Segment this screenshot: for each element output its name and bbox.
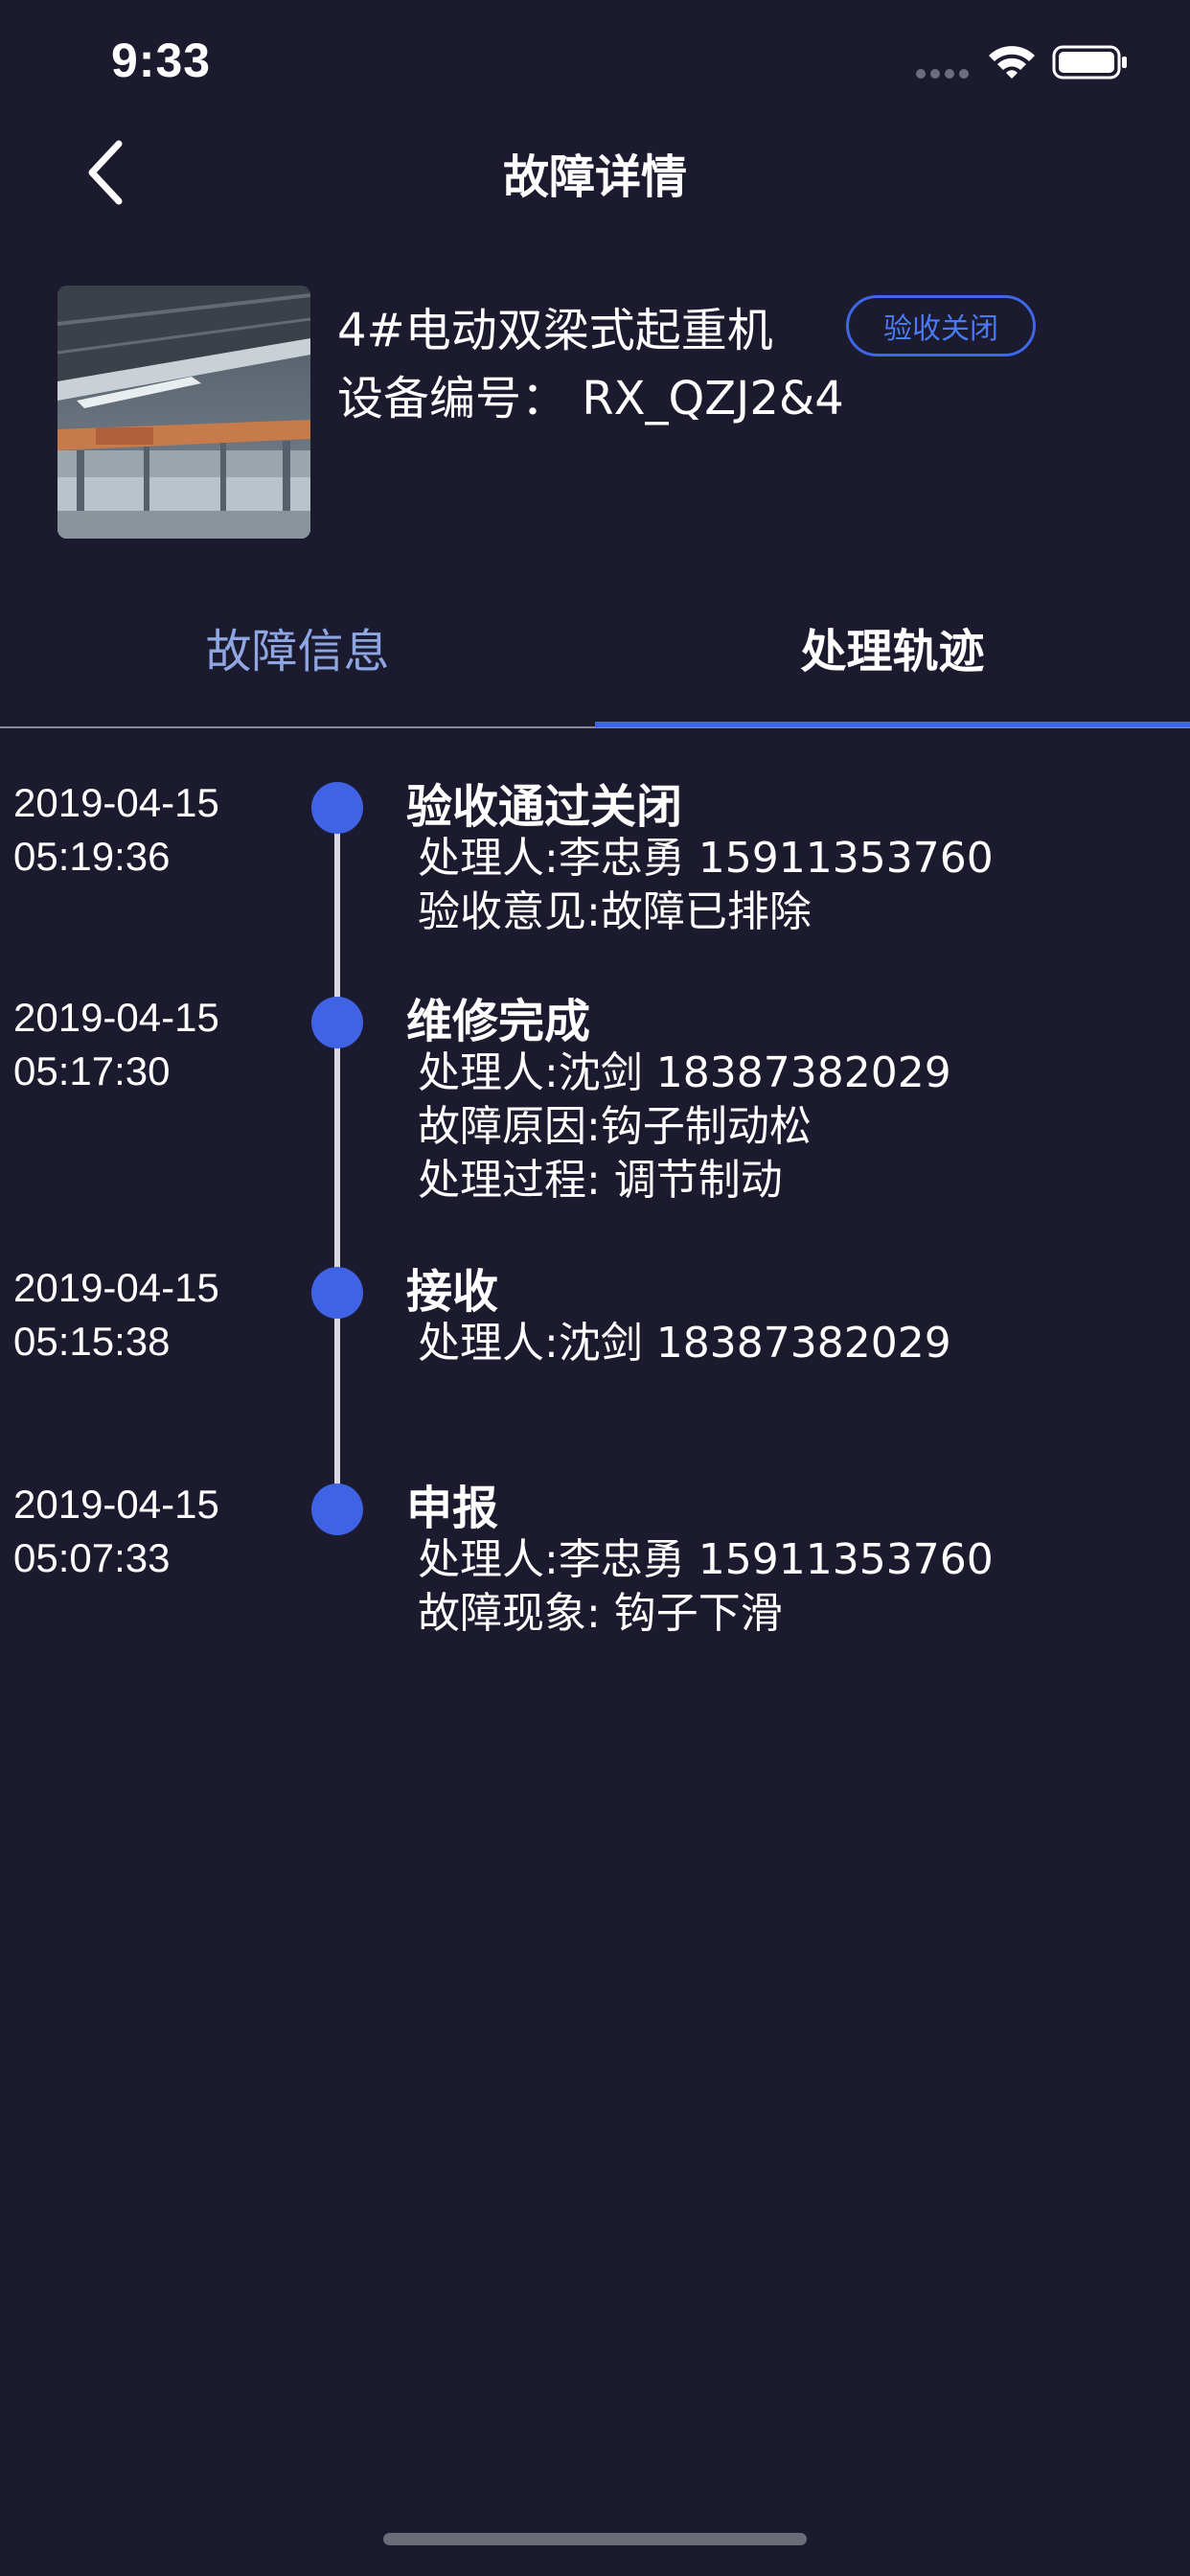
timeline-details: 处理人:李忠勇 15911353760 故障现象: 钩子下滑	[418, 1533, 994, 1641]
timeline-detail: 验收意见:故障已排除	[418, 887, 812, 936]
timeline-handler: 处理人:沈剑 18387382029	[418, 1048, 951, 1097]
timeline-title: 接收	[406, 1265, 499, 1319]
wifi-icon	[989, 46, 1035, 79]
timeline-dot	[311, 997, 363, 1048]
timeline-details: 处理人:沈剑 18387382029	[418, 1317, 951, 1370]
timeline-date: 2019-04-15	[13, 995, 219, 1040]
timeline-dot	[311, 782, 363, 834]
home-indicator[interactable]	[383, 2533, 807, 2545]
timeline-handler: 处理人:李忠勇 15911353760	[418, 1535, 994, 1584]
timeline-handler: 处理人:沈剑 18387382029	[418, 1319, 951, 1368]
timeline-datetime: 2019-04-15 05:07:33	[13, 1478, 219, 1585]
timeline-title: 申报	[406, 1482, 499, 1535]
timeline-detail: 故障原因:钩子制动松	[418, 1102, 812, 1151]
page-title: 故障详情	[502, 150, 687, 204]
timeline-datetime: 2019-04-15 05:15:38	[13, 1261, 219, 1368]
timeline-line	[334, 805, 340, 1493]
timeline-date: 2019-04-15	[13, 1265, 219, 1310]
tab-process-track[interactable]: 处理轨迹	[595, 613, 1190, 680]
timeline-detail: 故障现象: 钩子下滑	[418, 1589, 783, 1638]
tab-active-indicator	[595, 722, 1190, 727]
timeline-dot	[311, 1267, 363, 1319]
battery-icon	[1052, 45, 1127, 80]
timeline-dot	[311, 1484, 363, 1535]
status-badge: 验收关闭	[846, 295, 1036, 356]
cellular-signal-icon	[916, 69, 969, 79]
timeline-handler: 处理人:李忠勇 15911353760	[418, 834, 994, 883]
status-time: 9:33	[111, 34, 212, 87]
timeline-details: 处理人:李忠勇 15911353760 验收意见:故障已排除	[418, 832, 994, 939]
timeline-title: 验收通过关闭	[406, 780, 683, 834]
device-name: 4#电动双梁式起重机	[337, 304, 773, 357]
tab-fault-info[interactable]: 故障信息	[0, 613, 595, 680]
timeline-time: 05:15:38	[13, 1319, 171, 1364]
device-photo	[57, 286, 310, 539]
timeline-details: 处理人:沈剑 18387382029 故障原因:钩子制动松 处理过程: 调节制动	[418, 1046, 951, 1208]
timeline-time: 05:19:36	[13, 834, 171, 879]
timeline-title: 维修完成	[406, 995, 591, 1048]
timeline-time: 05:07:33	[13, 1535, 171, 1580]
timeline-datetime: 2019-04-15 05:19:36	[13, 776, 219, 884]
device-code: 设备编号： RX_QZJ2&4	[337, 372, 844, 426]
timeline-date: 2019-04-15	[13, 780, 219, 825]
timeline-detail: 处理过程: 调节制动	[418, 1156, 783, 1205]
timeline-date: 2019-04-15	[13, 1482, 219, 1527]
app-screen: 9:33 故障详情 4#电动双梁式起重机 验收关闭 设备编号： RX_QZJ2&…	[0, 0, 1190, 2576]
timeline-datetime: 2019-04-15 05:17:30	[13, 991, 219, 1098]
timeline-time: 05:17:30	[13, 1048, 171, 1093]
